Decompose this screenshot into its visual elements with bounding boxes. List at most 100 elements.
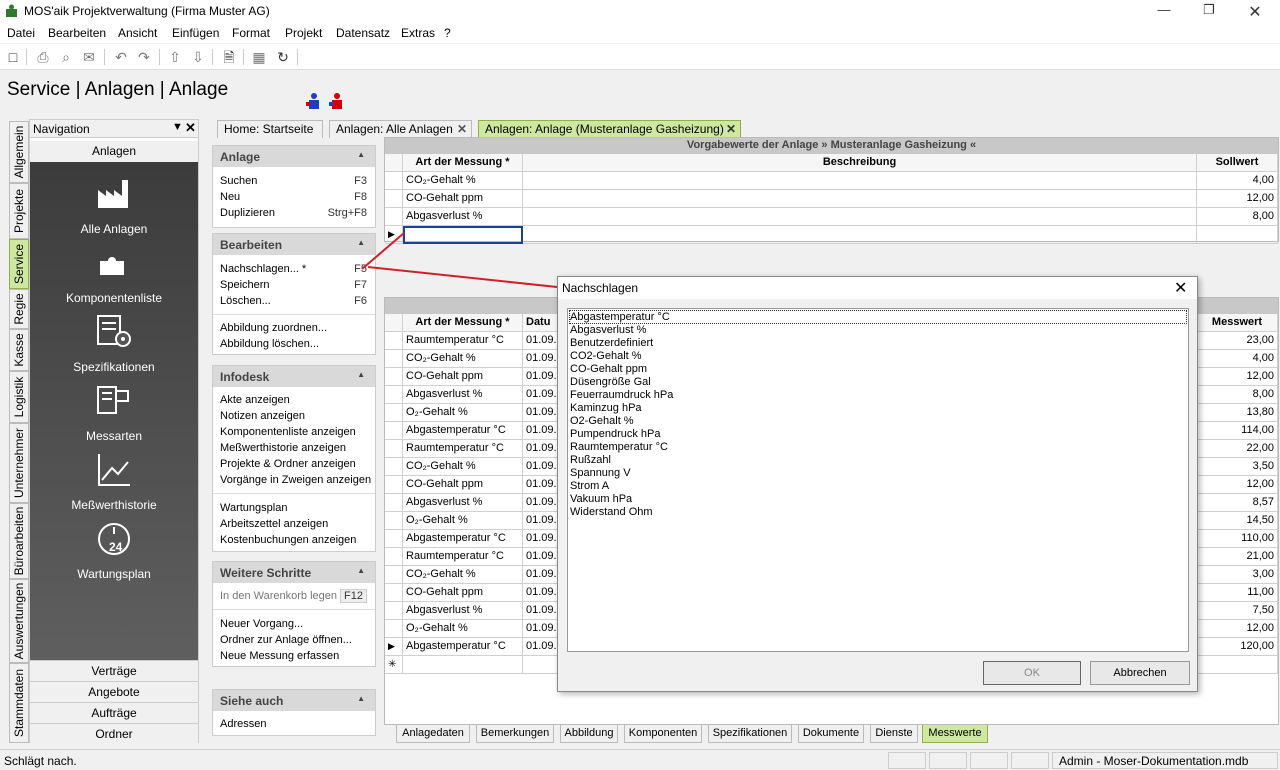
row-selector[interactable] — [385, 422, 403, 440]
lookup-list-item[interactable]: Abgastemperatur °C — [569, 310, 1187, 324]
action-notizen[interactable]: Notizen anzeigen — [220, 410, 305, 422]
cell-art[interactable]: CO₂-Gehalt % — [403, 350, 523, 368]
tab-anlage[interactable]: Anlagen: Anlage (Musteranlage Gasheizung… — [478, 120, 741, 138]
cell-messwert[interactable]: 4,00 — [1197, 350, 1278, 368]
panel-header[interactable]: Siehe auch ▲ — [213, 690, 375, 711]
close-tab-icon[interactable]: ✕ — [726, 121, 736, 138]
cell-art[interactable]: Abgastemperatur °C — [403, 422, 523, 440]
close-window-icon[interactable]: ✕ — [1245, 2, 1265, 21]
cell-sollwert[interactable]: 8,00 — [1197, 208, 1278, 226]
nav-item-spezifikationen[interactable]: Spezifikationen — [30, 314, 198, 380]
vtab-allgemein[interactable]: Allgemein — [9, 121, 29, 183]
nav-item-messarten[interactable]: Messarten — [30, 383, 198, 449]
undo-icon[interactable]: ↶ — [112, 48, 130, 66]
cell-messwert[interactable]: 12,00 — [1197, 620, 1278, 638]
col-header[interactable]: Messwert — [1197, 314, 1278, 332]
lookup-list-item[interactable]: Widerstand Ohm — [570, 506, 653, 518]
action-warenkorb[interactable]: In den Warenkorb legen — [220, 590, 337, 602]
action-vorgaenge[interactable]: Vorgänge in Zweigen anzeigen — [220, 474, 371, 486]
minimize-icon[interactable]: — — [1154, 2, 1174, 20]
lookup-list-item[interactable]: Düsengröße Gal — [570, 376, 651, 388]
cell-art[interactable]: CO₂-Gehalt % — [403, 458, 523, 476]
nav-ordner[interactable]: Ordner — [30, 723, 198, 744]
cell-beschreibung[interactable] — [523, 172, 1197, 190]
panel-header[interactable]: Bearbeiten ▲ — [213, 234, 375, 255]
cell-messwert[interactable]: 8,00 — [1197, 386, 1278, 404]
collapse-icon[interactable]: ▲ — [357, 370, 365, 379]
cell-art[interactable]: CO-Gehalt ppm — [403, 584, 523, 602]
cell-messwert[interactable]: 22,00 — [1197, 440, 1278, 458]
menu-bearbeiten[interactable]: Bearbeiten — [48, 26, 106, 40]
cell-art[interactable]: CO-Gehalt ppm — [403, 190, 523, 208]
btab-messwerte[interactable]: Messwerte — [922, 725, 988, 743]
ok-button[interactable]: OK — [983, 661, 1081, 685]
action-speichern[interactable]: Speichern — [220, 279, 270, 291]
row-selector[interactable] — [385, 602, 403, 620]
menu-datei[interactable]: Datei — [7, 26, 35, 40]
row-selector[interactable] — [385, 584, 403, 602]
print-icon[interactable]: ⎙ — [34, 48, 52, 66]
row-selector[interactable] — [385, 512, 403, 530]
grid-cell[interactable] — [1197, 226, 1278, 244]
abbrechen-button[interactable]: Abbrechen — [1090, 661, 1190, 685]
cell-sollwert[interactable]: 4,00 — [1197, 172, 1278, 190]
grid-cell[interactable] — [1197, 656, 1278, 674]
cell-messwert[interactable]: 13,80 — [1197, 404, 1278, 422]
cell-messwert[interactable]: 23,00 — [1197, 332, 1278, 350]
cell-beschreibung[interactable] — [523, 208, 1197, 226]
menu-format[interactable]: Format — [232, 26, 270, 40]
action-projekte-ordner[interactable]: Projekte & Ordner anzeigen — [220, 458, 356, 470]
vtab-regie[interactable]: Regie — [9, 289, 29, 329]
nav-angebote[interactable]: Angebote — [30, 681, 198, 702]
menu-extras[interactable]: Extras — [401, 26, 435, 40]
row-selector[interactable] — [385, 530, 403, 548]
action-duplizieren[interactable]: Duplizieren — [220, 207, 275, 219]
nav-item-komponentenliste[interactable]: Komponentenliste — [30, 245, 198, 311]
cell-messwert[interactable]: 21,00 — [1197, 548, 1278, 566]
row-selector[interactable] — [385, 172, 403, 190]
vtab-projekte[interactable]: Projekte — [9, 183, 29, 239]
menu-projekt[interactable]: Projekt — [285, 26, 322, 40]
vtab-unternehmer[interactable]: Unternehmer — [9, 423, 29, 503]
action-wartungsplan[interactable]: Wartungsplan — [220, 502, 287, 514]
cell-messwert[interactable]: 120,00 — [1197, 638, 1278, 656]
panel-header[interactable]: Weitere Schritte ▲ — [213, 562, 375, 583]
action-abbildung-zuordnen[interactable]: Abbildung zuordnen... — [220, 322, 327, 334]
col-header[interactable]: Sollwert — [1197, 154, 1278, 172]
lookup-list-item[interactable]: Abgasverlust % — [570, 324, 646, 336]
arrow-down-icon[interactable]: ⇩ — [189, 48, 207, 66]
row-selector[interactable] — [385, 476, 403, 494]
restore-icon[interactable]: ❐ — [1199, 2, 1219, 20]
panel-header[interactable]: Anlage ▲ — [213, 146, 375, 167]
cell-art[interactable]: Abgastemperatur °C — [403, 530, 523, 548]
btab-anlagedaten[interactable]: Anlagedaten — [396, 725, 470, 743]
col-header[interactable]: Art der Messung * — [403, 154, 523, 172]
cell-messwert[interactable]: 11,00 — [1197, 584, 1278, 602]
cell-messwert[interactable]: 14,50 — [1197, 512, 1278, 530]
vtab-kasse[interactable]: Kasse — [9, 329, 29, 371]
nav-item-alle-anlagen[interactable]: Alle Anlagen — [30, 176, 198, 242]
action-akte[interactable]: Akte anzeigen — [220, 394, 290, 406]
grid-cell[interactable] — [523, 226, 1197, 244]
row-selector[interactable] — [385, 494, 403, 512]
tab-alle-anlagen[interactable]: Anlagen: Alle Anlagen ✕ — [329, 120, 472, 138]
cell-art[interactable]: CO-Gehalt ppm — [403, 476, 523, 494]
cell-messwert[interactable]: 12,00 — [1197, 368, 1278, 386]
user-red-icon[interactable] — [328, 92, 344, 110]
menu-ansicht[interactable]: Ansicht — [118, 26, 157, 40]
cell-messwert[interactable]: 8,57 — [1197, 494, 1278, 512]
grid-icon[interactable]: ▦ — [250, 48, 268, 66]
col-header[interactable]: Art der Messung * — [403, 314, 523, 332]
action-komponentenliste[interactable]: Komponentenliste anzeigen — [220, 426, 356, 438]
lookup-list-item[interactable]: CO-Gehalt ppm — [570, 363, 647, 375]
menu-help[interactable]: ? — [444, 26, 451, 40]
cell-messwert[interactable]: 7,50 — [1197, 602, 1278, 620]
menu-datensatz[interactable]: Datensatz — [336, 26, 390, 40]
action-neuer-vorgang[interactable]: Neuer Vorgang... — [220, 618, 303, 630]
cell-messwert[interactable]: 3,00 — [1197, 566, 1278, 584]
nav-item-wartungsplan[interactable]: 24 Wartungsplan — [30, 521, 198, 587]
cell-art[interactable]: O₂-Gehalt % — [403, 620, 523, 638]
action-arbeitszettel[interactable]: Arbeitszettel anzeigen — [220, 518, 328, 530]
row-selector[interactable] — [385, 620, 403, 638]
action-suchen[interactable]: Suchen — [220, 175, 257, 187]
